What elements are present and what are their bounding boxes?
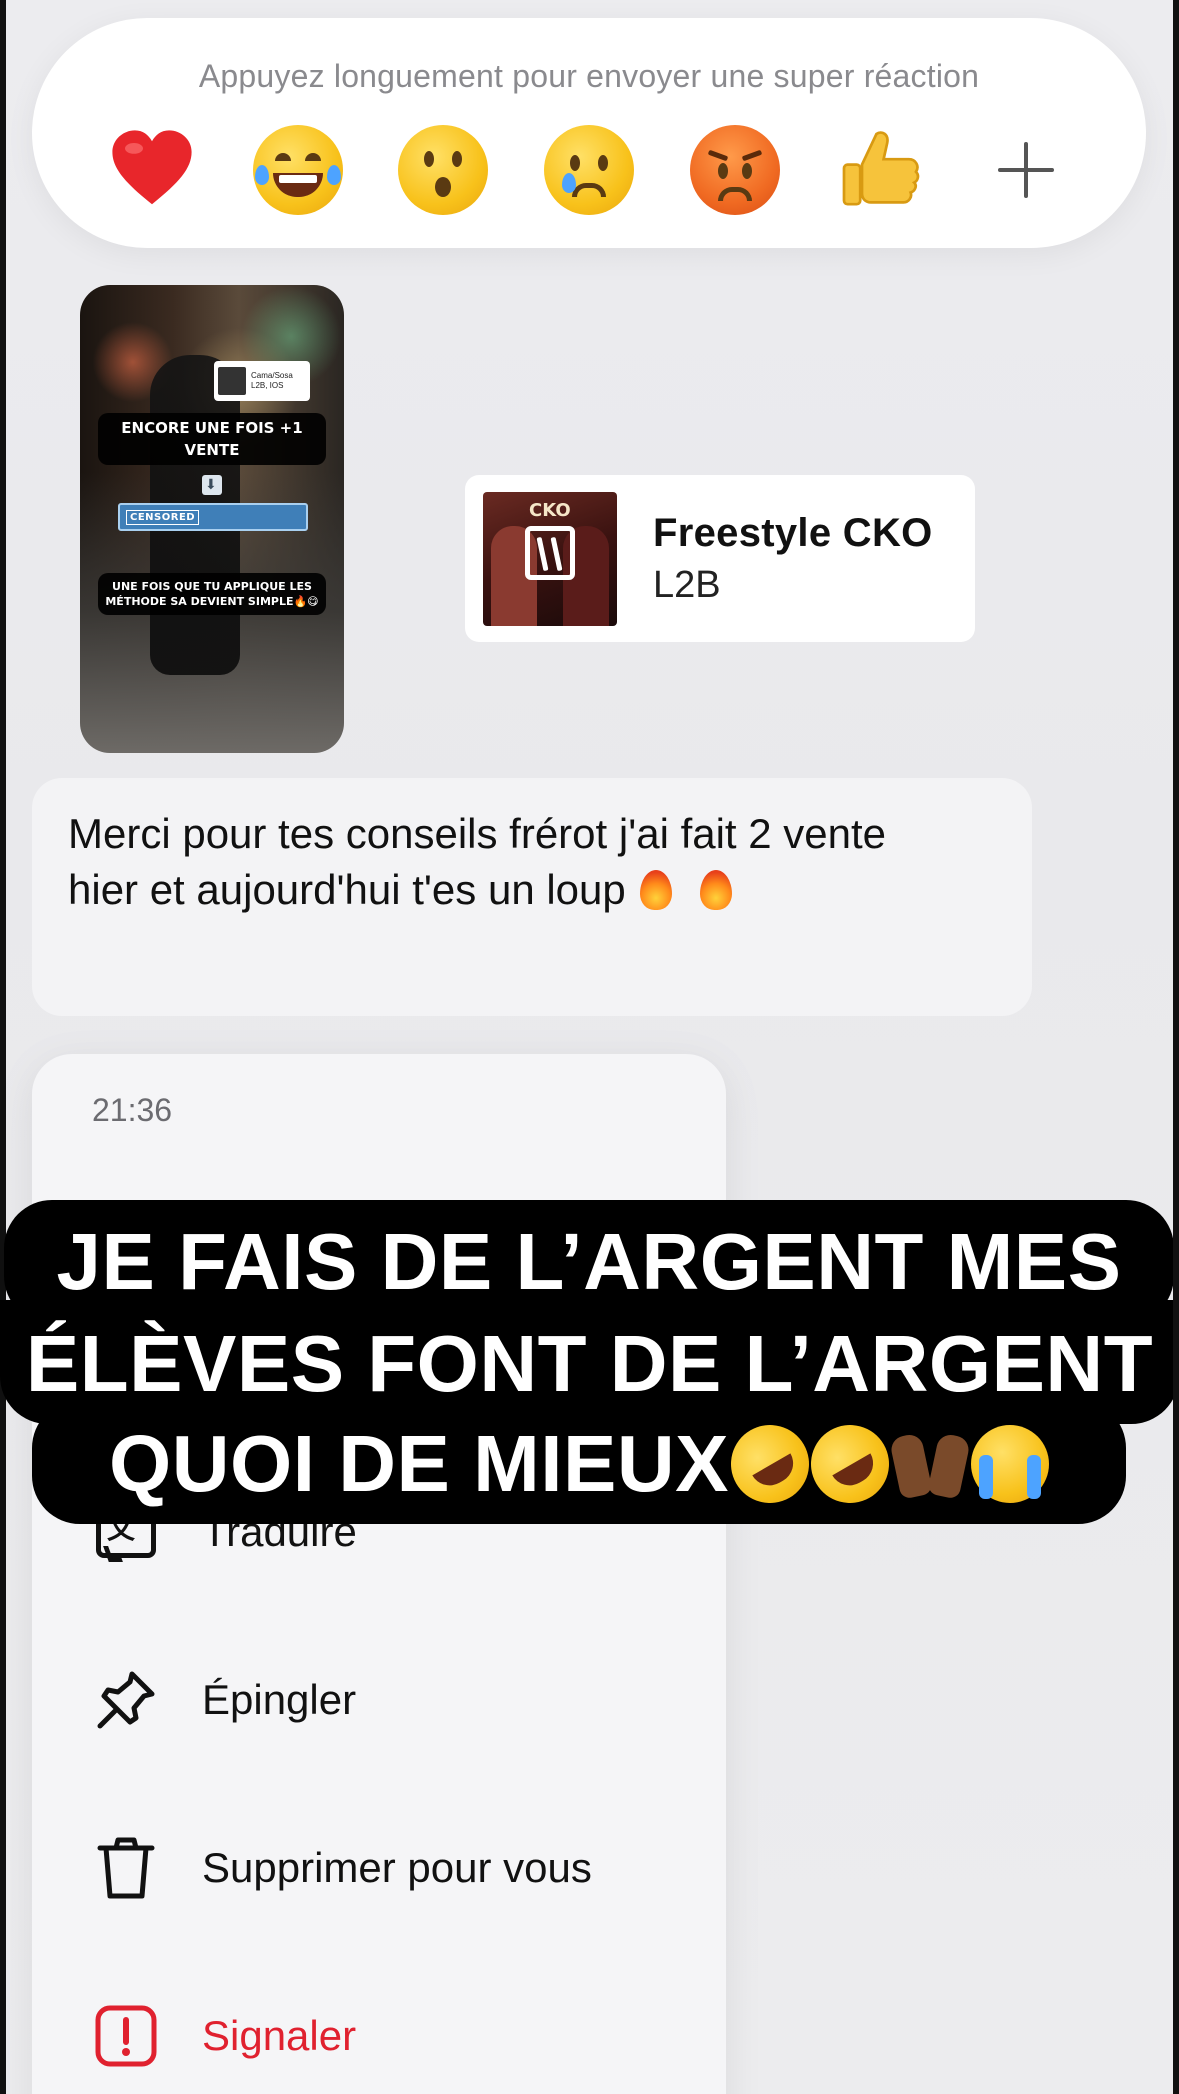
- face-with-tears-of-joy-icon: [252, 125, 343, 215]
- shared-music-card[interactable]: CKO Freestyle CKO L2B: [465, 475, 975, 642]
- brow-icon: [707, 149, 728, 162]
- rolling-laughing-icon: [716, 1410, 824, 1518]
- reaction-laughing-button[interactable]: [248, 120, 348, 220]
- pin-icon: [92, 1666, 160, 1734]
- red-heart-icon: [112, 130, 192, 205]
- reaction-heart-button[interactable]: [102, 120, 202, 220]
- overlay-line-3-text: QUOI DE MIEUX: [109, 1419, 729, 1508]
- story-reply-thumbnail[interactable]: Cama/Sosa L2B, IOS ENCORE UNE FOIS +1 VE…: [80, 285, 344, 753]
- story-text-overlay: JE FAIS DE L’ARGENT MES ÉLÈVES FONT DE L…: [0, 1200, 1179, 1560]
- music-logo-icon: [525, 525, 575, 580]
- message-timestamp: 21:36: [92, 1092, 173, 1128]
- mouth-icon: [272, 173, 323, 197]
- album-cover-icon: [218, 367, 246, 395]
- sticker-line-1: Cama/Sosa: [251, 371, 293, 380]
- censored-bar: CENSORED: [118, 503, 308, 531]
- tear-icon: [561, 173, 576, 193]
- fire-icon: [636, 866, 676, 912]
- eye-left-icon: [717, 163, 728, 179]
- eye-right-icon: [741, 163, 752, 179]
- mouth-icon: [717, 187, 752, 201]
- eye-right-icon: [304, 153, 321, 161]
- menu-item-delete[interactable]: Supprimer pour vous: [92, 1828, 592, 1908]
- raising-hands-icon: [891, 1425, 969, 1503]
- menu-item-pin[interactable]: Épingler: [92, 1660, 356, 1740]
- cover-label: CKO: [529, 499, 571, 521]
- story-music-sticker: Cama/Sosa L2B, IOS: [214, 361, 310, 401]
- story-caption-bottom: UNE FOIS QUE TU APPLIQUE LES MÉTHODE SA …: [98, 573, 326, 615]
- story-caption-top: ENCORE UNE FOIS +1 VENTE: [98, 413, 326, 465]
- loudly-crying-icon: [970, 1425, 1049, 1503]
- message-bubble[interactable]: Merci pour tes conseils frérot j'ai fait…: [32, 778, 1032, 1016]
- eye-left-icon: [274, 153, 291, 161]
- rolling-laughing-icon: [796, 1410, 904, 1518]
- reaction-row: [102, 120, 1076, 220]
- angry-face-icon: [689, 125, 780, 215]
- reaction-sad-button[interactable]: [539, 120, 639, 220]
- reaction-surprised-button[interactable]: [393, 120, 493, 220]
- message-text: Merci pour tes conseils frérot j'ai fait…: [68, 810, 887, 913]
- music-title: Freestyle CKO: [653, 510, 933, 555]
- report-icon: [92, 2002, 160, 2070]
- eye-left-icon: [569, 155, 580, 171]
- fire-icon: [696, 866, 736, 912]
- eye-right-icon: [597, 155, 608, 171]
- menu-label-delete: Supprimer pour vous: [202, 1844, 592, 1891]
- menu-label-pin: Épingler: [202, 1676, 357, 1723]
- menu-item-report[interactable]: Signaler: [92, 1996, 356, 2076]
- plus-icon: [996, 140, 1056, 200]
- censored-tag: CENSORED: [126, 509, 200, 525]
- reaction-angry-button[interactable]: [685, 120, 785, 220]
- brow-icon: [741, 149, 762, 162]
- tear-icon: [254, 165, 269, 185]
- reaction-more-button[interactable]: [976, 120, 1076, 220]
- astonished-face-icon: [398, 125, 489, 215]
- mouth-icon: [571, 183, 606, 197]
- crying-face-icon: [543, 125, 634, 215]
- reaction-bar: Appuyez longuement pour envoyer une supe…: [32, 18, 1146, 248]
- music-artist: L2B: [653, 563, 721, 606]
- eye-right-icon: [452, 151, 463, 167]
- overlay-line-3: QUOI DE MIEUX: [32, 1400, 1126, 1524]
- tear-icon: [326, 165, 341, 185]
- chat-screen: Appuyez longuement pour envoyer une supe…: [0, 0, 1179, 2094]
- eye-left-icon: [424, 151, 435, 167]
- reaction-thumbs-up-button[interactable]: [830, 120, 930, 220]
- album-cover: CKO: [483, 491, 617, 626]
- trash-icon: [92, 1834, 160, 1902]
- sticker-line-2: L2B, IOS: [251, 381, 284, 390]
- thumbs-up-icon: [842, 131, 920, 206]
- mouth-icon: [435, 177, 452, 197]
- menu-label-report: Signaler: [202, 2012, 357, 2059]
- reaction-hint: Appuyez longuement pour envoyer une supe…: [198, 58, 980, 94]
- down-arrow-icon: [202, 475, 222, 495]
